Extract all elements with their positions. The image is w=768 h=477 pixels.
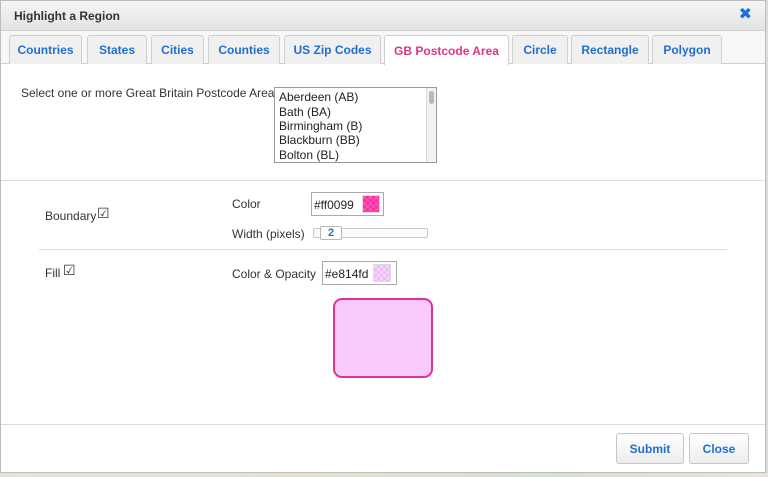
boundary-color-label: Color (232, 197, 261, 211)
boundary-width-slider[interactable]: 2 (313, 226, 428, 240)
slider-handle[interactable]: 2 (320, 226, 342, 240)
footer-divider (1, 424, 765, 425)
list-item[interactable]: Blackburn (BB) (279, 133, 360, 147)
listbox-scrollbar[interactable] (426, 88, 436, 162)
background-map-strip (0, 473, 768, 477)
close-button[interactable]: Close (689, 433, 749, 464)
tab-counties[interactable]: Counties (208, 35, 280, 64)
fill-color-label: Color & Opacity (232, 267, 317, 281)
dialog-title: Highlight a Region (14, 9, 120, 23)
fill-preview-shape (333, 298, 433, 378)
section-divider (39, 249, 727, 250)
postcode-area-listbox[interactable]: Aberdeen (AB) Bath (BA) Birmingham (B) B… (274, 87, 437, 163)
boundary-color-field[interactable]: #ff0099 (311, 192, 384, 216)
boundary-width-label: Width (pixels) (232, 227, 305, 241)
tab-rectangle[interactable]: Rectangle (571, 35, 649, 64)
list-item[interactable]: Aberdeen (AB) (279, 90, 358, 104)
tab-countries[interactable]: Countries (9, 35, 82, 64)
highlight-region-dialog: Highlight a Region ✖ Countries States Ci… (0, 0, 766, 473)
fill-checkbox[interactable]: ☑ (63, 262, 76, 279)
scrollbar-thumb[interactable] (429, 91, 434, 104)
fill-color-field[interactable]: #e814fd (322, 261, 397, 285)
list-item[interactable]: Birmingham (B) (279, 119, 362, 133)
postcode-prompt-label: Select one or more Great Britain Postcod… (21, 86, 281, 100)
submit-button[interactable]: Submit (616, 433, 684, 464)
tab-polygon[interactable]: Polygon (652, 35, 722, 64)
list-item[interactable]: Bath (BA) (279, 105, 331, 119)
boundary-label: Boundary (45, 209, 97, 223)
section-divider (1, 180, 765, 181)
tab-states[interactable]: States (87, 35, 147, 64)
region-tabs: Countries States Cities Counties US Zip … (1, 31, 765, 65)
tab-gb-postcode-area[interactable]: GB Postcode Area (384, 35, 509, 65)
boundary-color-value: #ff0099 (314, 198, 354, 212)
dialog-titlebar: Highlight a Region ✖ (1, 1, 765, 31)
list-item[interactable]: Bolton (BL) (279, 148, 339, 162)
tab-cities[interactable]: Cities (151, 35, 204, 64)
boundary-color-swatch[interactable] (362, 195, 380, 213)
boundary-checkbox[interactable]: ☑ (97, 205, 110, 222)
fill-color-value: #e814fd (325, 267, 369, 281)
tab-circle[interactable]: Circle (512, 35, 568, 64)
close-icon[interactable]: ✖ (739, 6, 752, 24)
fill-label: Fill (45, 266, 61, 280)
tab-us-zip-codes[interactable]: US Zip Codes (284, 35, 381, 64)
fill-color-swatch[interactable] (373, 264, 391, 282)
